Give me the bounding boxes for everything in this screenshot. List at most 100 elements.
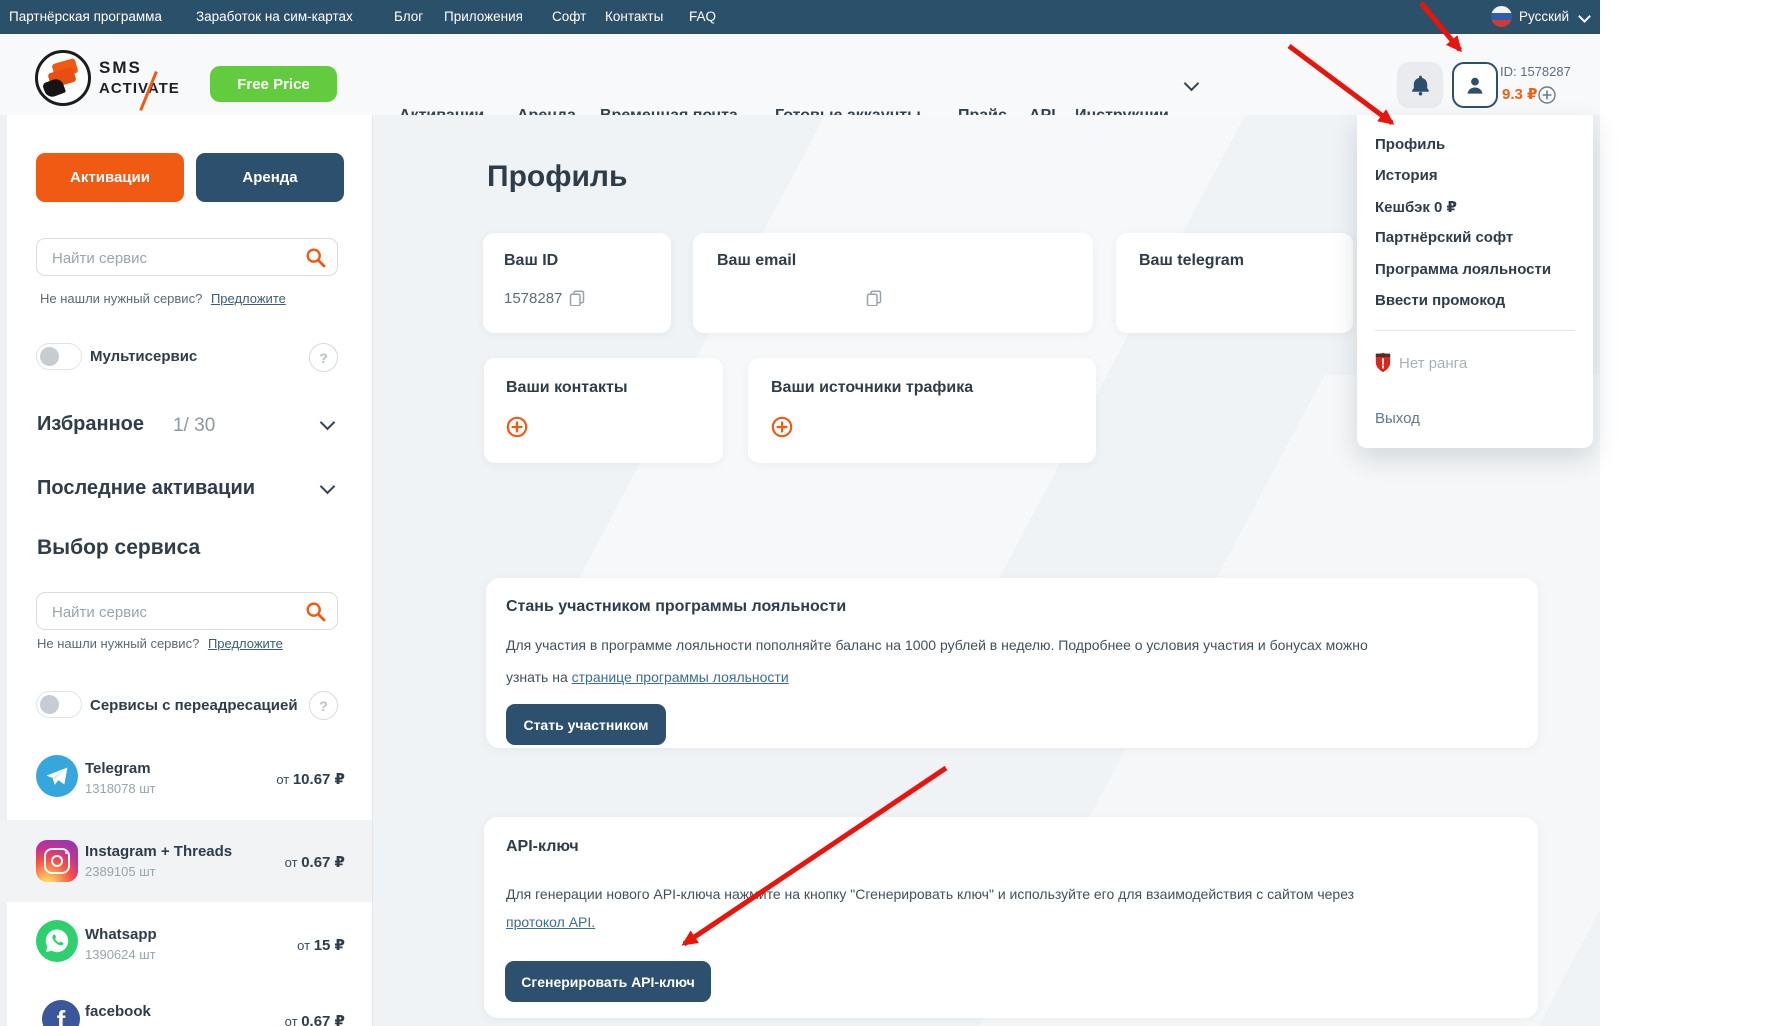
- rank-shield-icon: [1375, 352, 1391, 373]
- service-row-whatsapp[interactable]: Whatsapp 1390624 шт от 15 ₽: [0, 902, 373, 984]
- service-row-telegram[interactable]: Telegram 1318078 шт от 10.67 ₽: [0, 748, 373, 820]
- top-navbar: Партнёрская программа Заработок на сим-к…: [0, 0, 1600, 34]
- menu-item-history[interactable]: История: [1375, 167, 1438, 184]
- russian-flag-icon: [1491, 6, 1512, 27]
- service-search-input-2[interactable]: [50, 593, 304, 631]
- facebook-icon: f: [42, 1000, 80, 1026]
- topbar-link-faq[interactable]: FAQ: [689, 9, 716, 24]
- topbar-link-apps[interactable]: Приложения: [444, 9, 523, 24]
- your-id-value: 1578287: [504, 290, 562, 307]
- menu-item-loyalty-program[interactable]: Программа лояльности: [1375, 261, 1551, 278]
- profile-button[interactable]: [1452, 62, 1498, 108]
- service-row-facebook[interactable]: f facebook от 0.67 ₽: [0, 984, 373, 1026]
- service-select-heading: Выбор сервиса: [37, 536, 200, 560]
- logo-emblem-icon: [35, 50, 91, 106]
- search-icon[interactable]: [305, 247, 326, 268]
- card-your-telegram: [1116, 233, 1353, 333]
- your-telegram-label: Ваш telegram: [1139, 252, 1244, 270]
- last-activations-heading[interactable]: Последние активации: [37, 477, 255, 500]
- copy-icon[interactable]: [569, 290, 585, 306]
- telegram-icon: [36, 755, 78, 797]
- chevron-down-icon[interactable]: [1578, 10, 1591, 23]
- service-search-2: [36, 592, 338, 630]
- api-protocol-link[interactable]: протокол API.: [506, 914, 595, 930]
- multiservice-toggle[interactable]: [36, 343, 82, 370]
- your-email-label: Ваш email: [717, 252, 796, 270]
- service-search: [36, 238, 338, 276]
- topbar-link-contacts[interactable]: Контакты: [605, 9, 663, 24]
- rank-label: Нет ранга: [1399, 355, 1467, 372]
- api-text-line2: протокол API.: [506, 914, 595, 930]
- not-found-text: Не нашли нужный сервис?: [40, 291, 202, 306]
- logo-text-activate: ACTIVATE: [99, 80, 180, 97]
- not-found-text: Не нашли нужный сервис?: [37, 636, 199, 651]
- menu-item-cashback[interactable]: Кешбэк 0 ₽: [1375, 198, 1457, 216]
- notifications-button[interactable]: [1397, 62, 1443, 108]
- chevron-down-icon[interactable]: [320, 415, 336, 431]
- logo-text-sms: SMS: [99, 58, 142, 78]
- sidebar: Активации Аренда Не нашли нужный сервис?…: [0, 115, 373, 1026]
- menu-item-enter-promocode[interactable]: Ввести промокод: [1375, 292, 1505, 309]
- topbar-link-blog[interactable]: Блог: [394, 9, 423, 24]
- loyalty-text-line2: узнать на странице программы лояльности: [506, 669, 789, 685]
- balance: 9.3 ₽: [1502, 85, 1537, 103]
- help-icon[interactable]: ?: [309, 343, 338, 372]
- topbar-link-partner[interactable]: Партнёрская программа: [9, 9, 162, 24]
- menu-item-logout[interactable]: Выход: [1375, 410, 1420, 427]
- add-contact-button[interactable]: [506, 416, 528, 438]
- person-icon: [1464, 74, 1486, 96]
- tab-rent[interactable]: Аренда: [196, 153, 344, 202]
- not-found-hint: Не нашли нужный сервис? Предложите: [40, 291, 286, 306]
- service-price: от 0.67 ₽: [225, 1012, 345, 1026]
- free-price-button[interactable]: Free Price: [210, 66, 337, 102]
- top-up-balance-button[interactable]: [1538, 86, 1556, 104]
- chevron-down-icon[interactable]: [320, 479, 336, 495]
- your-contacts-label: Ваши контакты: [506, 379, 628, 397]
- card-your-email: [693, 233, 1093, 333]
- become-member-button[interactable]: Стать участником: [506, 704, 666, 745]
- multiservice-label: Мультисервис: [90, 348, 197, 365]
- suggest-service-link[interactable]: Предложите: [208, 636, 283, 651]
- menu-item-partner-soft[interactable]: Партнёрский софт: [1375, 229, 1513, 246]
- search-icon[interactable]: [305, 601, 326, 622]
- instagram-icon: [36, 840, 78, 882]
- language-selector[interactable]: Русский: [1519, 9, 1569, 24]
- help-icon[interactable]: ?: [309, 691, 338, 720]
- copy-icon[interactable]: [866, 290, 882, 306]
- topbar-link-soft[interactable]: Софт: [552, 9, 586, 24]
- menu-divider: [1375, 330, 1575, 331]
- card-your-id: [483, 233, 671, 333]
- card-your-contacts: [484, 358, 723, 463]
- card-traffic-sources: [748, 358, 1096, 463]
- service-price: от 15 ₽: [225, 936, 345, 954]
- page-title: Профиль: [487, 160, 627, 194]
- favorites-heading[interactable]: Избранное: [37, 413, 144, 436]
- topbar-link-sim-earn[interactable]: Заработок на сим-картах: [196, 9, 353, 24]
- profile-dropdown: Профиль История Кешбэк 0 ₽ Партнёрский с…: [1357, 115, 1593, 448]
- api-text-line1: Для генерации нового API-ключа нажмите н…: [506, 886, 1354, 902]
- sms-activate-logo[interactable]: SMS ACTIVATE: [35, 48, 195, 112]
- service-price: от 10.67 ₽: [225, 770, 345, 788]
- page: Партнёрская программа Заработок на сим-к…: [0, 0, 1783, 1026]
- whatsapp-icon: [36, 920, 78, 962]
- header: SMS ACTIVATE Free Price Активации Аренда…: [0, 34, 1600, 116]
- api-key-title: API-ключ: [506, 838, 579, 856]
- bell-icon: [1410, 74, 1431, 96]
- menu-item-profile[interactable]: Профиль: [1375, 136, 1445, 153]
- add-traffic-source-button[interactable]: [771, 416, 793, 438]
- loyalty-program-link[interactable]: странице программы лояльности: [572, 669, 789, 685]
- forwarding-toggle[interactable]: [36, 691, 82, 718]
- generate-api-key-button[interactable]: Сгенерировать API-ключ: [505, 961, 711, 1002]
- service-search-input[interactable]: [50, 239, 304, 277]
- tab-activations[interactable]: Активации: [36, 153, 184, 202]
- your-id-label: Ваш ID: [504, 252, 558, 270]
- not-found-hint-2: Не нашли нужный сервис? Предложите: [37, 636, 283, 651]
- chevron-down-icon[interactable]: [1184, 76, 1200, 92]
- service-row-instagram[interactable]: Instagram + Threads 2389105 шт от 0.67 ₽: [0, 820, 373, 902]
- user-id: ID: 1578287: [1500, 64, 1571, 79]
- forwarding-label: Сервисы с переадресацией: [90, 697, 298, 714]
- suggest-service-link[interactable]: Предложите: [211, 291, 286, 306]
- favorites-count: 1/ 30: [173, 415, 215, 437]
- traffic-sources-label: Ваши источники трафика: [771, 379, 973, 397]
- service-price: от 0.67 ₽: [225, 853, 345, 871]
